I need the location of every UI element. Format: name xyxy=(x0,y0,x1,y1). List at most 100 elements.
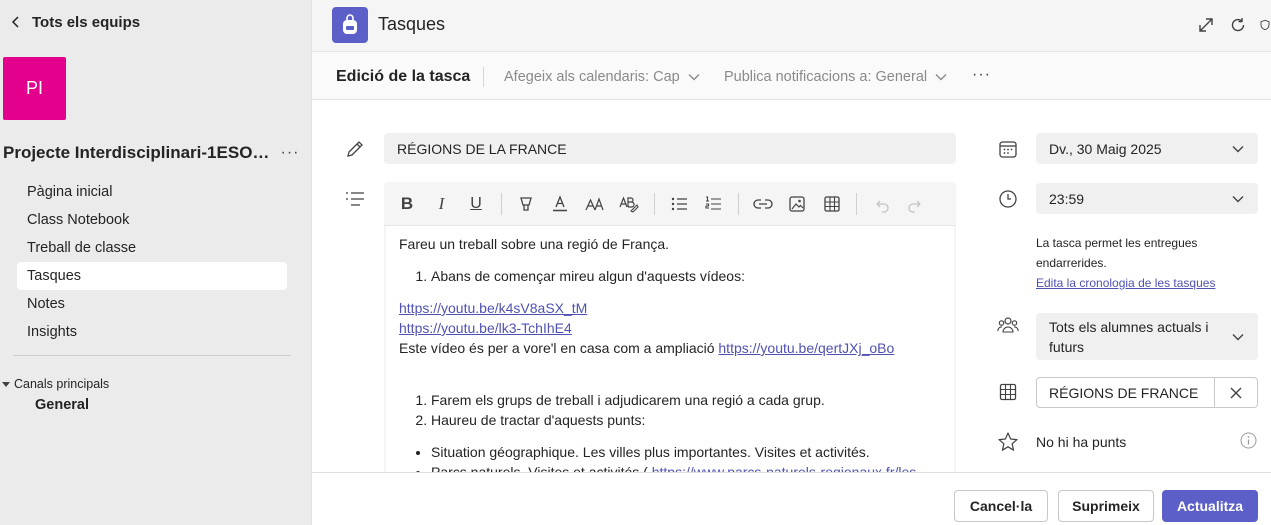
instructions-icon xyxy=(342,186,368,212)
home-video-text: Este vídeo és per a vore'l en casa com a… xyxy=(399,340,719,356)
remove-category-button[interactable] xyxy=(1215,378,1257,407)
bullet-list-icon[interactable] xyxy=(669,194,689,214)
nav-item-classwork[interactable]: Treball de classe xyxy=(17,234,287,262)
points-list: Situation géographique. Les villes plus … xyxy=(399,442,941,472)
list-item: Parcs naturels. Visites et activités ( h… xyxy=(431,462,941,472)
edit-timeline-link[interactable]: Edita la cronologia de les tasques xyxy=(1036,273,1236,293)
assignment-form: RÉGIONS DE LA FRANCE B I U Fareu un treb… xyxy=(312,100,1271,472)
nav-item-grades[interactable]: Notes xyxy=(17,290,287,318)
toolbar-divider xyxy=(856,192,857,215)
nav-item-class-notebook[interactable]: Class Notebook xyxy=(17,206,287,234)
nav-item-home[interactable]: Pàgina inicial xyxy=(17,178,287,206)
category-grid-icon xyxy=(995,379,1021,405)
assignments-app-icon xyxy=(332,7,368,43)
link-icon[interactable] xyxy=(752,194,773,214)
people-icon xyxy=(995,312,1021,338)
info-icon[interactable] xyxy=(1240,432,1257,454)
font-size-icon[interactable] xyxy=(584,194,605,214)
shield-icon[interactable] xyxy=(1259,14,1271,36)
team-more-button[interactable]: ··· xyxy=(277,140,303,166)
nav-item-assignments[interactable]: Tasques xyxy=(17,262,287,290)
close-icon xyxy=(1230,387,1242,398)
due-date-value: Dv., 30 Maig 2025 xyxy=(1049,140,1162,157)
toolbar-divider xyxy=(737,192,739,215)
list-item: Abans de començar mireu algun d'aquests … xyxy=(431,266,941,286)
list-item: Farem els grups de treball i adjudicarem… xyxy=(431,390,941,410)
cancel-button[interactable]: Cancel·la xyxy=(954,490,1048,522)
backpack-icon xyxy=(343,14,357,34)
assign-to-dropdown[interactable]: Tots els alumnes actuals i futurs xyxy=(1036,313,1258,360)
back-to-teams-button[interactable]: Tots els equips xyxy=(0,0,312,44)
instructions-editor[interactable]: B I U Fareu un treball sobre una regió d… xyxy=(384,182,956,472)
channel-general[interactable]: General xyxy=(35,397,89,413)
assign-to-value: Tots els alumnes actuals i futurs xyxy=(1049,318,1209,355)
toolbar-divider xyxy=(653,192,655,215)
assignment-title-input[interactable]: RÉGIONS DE LA FRANCE xyxy=(384,133,956,164)
parcs-link[interactable]: https://www.parcs-naturels-regionaux.fr/… xyxy=(652,464,921,472)
font-color-icon[interactable] xyxy=(550,194,570,214)
team-nav: Pàgina inicial Class Notebook Treball de… xyxy=(17,178,287,346)
chevron-down-icon xyxy=(1232,145,1244,152)
app-window: Tots els equips PI Projecte Interdiscipl… xyxy=(0,0,1271,525)
header-actions xyxy=(1195,14,1271,36)
bold-icon[interactable]: B xyxy=(397,194,417,214)
calendar-dropdown[interactable]: Afegeix als calendaris: Cap xyxy=(504,69,700,85)
numbered-list-icon[interactable] xyxy=(703,194,723,214)
image-icon[interactable] xyxy=(787,194,807,214)
channels-header-label: Canals principals xyxy=(14,377,110,391)
caret-down-icon xyxy=(2,381,10,387)
clear-format-icon[interactable] xyxy=(619,194,639,214)
sidebar-divider xyxy=(13,355,291,356)
expand-icon[interactable] xyxy=(1195,14,1217,36)
steps-list-2: Farem els grups de treball i adjudicarem… xyxy=(399,390,941,430)
delete-button[interactable]: Suprimeix xyxy=(1058,490,1154,522)
instructions-intro: Fareu un treball sobre una regió de Fran… xyxy=(399,236,670,252)
underline-icon[interactable]: U xyxy=(466,194,486,214)
due-time-picker[interactable]: 23:59 xyxy=(1036,183,1258,214)
video-link-3[interactable]: https://youtu.be/qertJXj_oBo xyxy=(718,340,894,356)
edit-subheader: Edició de la tasca Afegeix als calendari… xyxy=(312,52,1271,100)
chevron-down-icon xyxy=(1232,195,1244,202)
chevron-down-icon xyxy=(1232,333,1244,340)
due-date-picker[interactable]: Dv., 30 Maig 2025 xyxy=(1036,133,1258,164)
italic-icon[interactable]: I xyxy=(432,194,452,214)
due-time-value: 23:59 xyxy=(1049,190,1085,207)
chevron-left-icon xyxy=(11,16,19,28)
list-item: Situation géographique. Les villes plus … xyxy=(431,442,941,462)
back-label: Tots els equips xyxy=(32,13,141,31)
video-link-1[interactable]: https://youtu.be/k4sV8aSX_tM xyxy=(399,300,587,316)
sidebar: Tots els equips PI Projecte Interdiscipl… xyxy=(0,0,312,525)
points-value[interactable]: No hi ha punts xyxy=(1036,434,1126,450)
clock-icon xyxy=(995,186,1021,212)
redo-icon[interactable] xyxy=(906,194,926,214)
late-submission-note: La tasca permet les entregues endarrerid… xyxy=(1036,233,1236,293)
table-icon[interactable] xyxy=(822,194,842,214)
calendar-dropdown-label: Afegeix als calendaris: Cap xyxy=(504,69,680,85)
late-note-text: La tasca permet les entregues endarrerid… xyxy=(1036,236,1198,270)
editor-toolbar: B I U xyxy=(384,182,956,226)
notifications-dropdown[interactable]: Publica notificacions a: General xyxy=(724,69,947,85)
update-button[interactable]: Actualitza xyxy=(1162,490,1258,522)
app-title: Tasques xyxy=(378,14,446,34)
pencil-icon xyxy=(342,136,368,162)
nav-item-insights[interactable]: Insights xyxy=(17,318,287,346)
channels-header[interactable]: Canals principals xyxy=(0,375,109,393)
action-footer: Cancel·la Suprimeix Actualitza xyxy=(312,472,1271,525)
refresh-icon[interactable] xyxy=(1227,14,1249,36)
more-options-button[interactable]: ··· xyxy=(972,66,991,84)
category-tag: RÉGIONS DE FRANCE xyxy=(1036,377,1258,408)
star-icon xyxy=(995,429,1021,455)
team-name: Projecte Interdisciplinari-1ESOB,... xyxy=(3,143,271,162)
video-link-2[interactable]: https://youtu.be/lk3-TchIhE4 xyxy=(399,320,572,336)
highlight-icon[interactable] xyxy=(516,194,536,214)
team-avatar: PI xyxy=(3,57,66,120)
undo-icon[interactable] xyxy=(871,194,891,214)
bullet2-text: Parcs naturels. Visites et activités ( xyxy=(431,464,652,472)
list-item: Haureu de tractar d'aquests punts: xyxy=(431,410,941,430)
chevron-down-icon xyxy=(935,74,947,81)
editor-content[interactable]: Fareu un treball sobre una regió de Fran… xyxy=(386,226,954,472)
steps-list-1: Abans de començar mireu algun d'aquests … xyxy=(399,266,941,286)
